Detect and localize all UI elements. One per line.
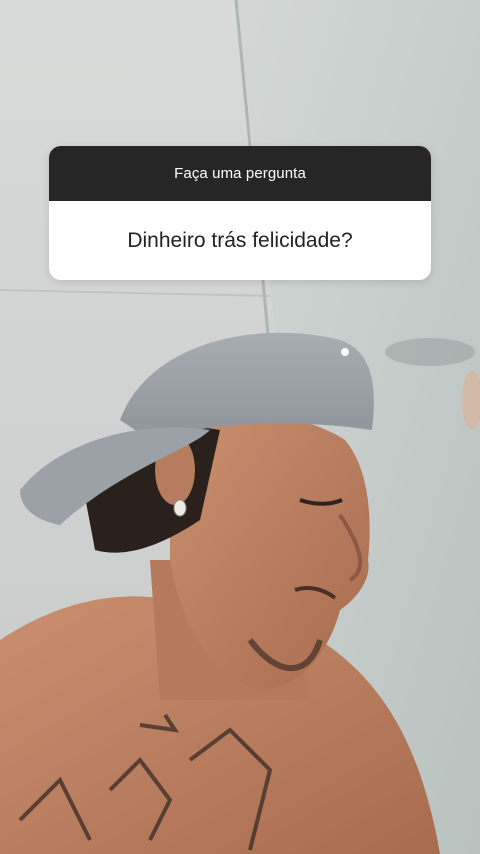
question-sticker[interactable]: Faça uma pergunta Dinheiro trás felicida…: [49, 146, 431, 280]
cap-logo-icon: [341, 348, 349, 356]
glass-stain: [385, 338, 475, 366]
question-sticker-text: Dinheiro trás felicidade?: [49, 201, 431, 280]
story-background-photo: [0, 0, 480, 854]
story-view: Faça uma pergunta Dinheiro trás felicida…: [0, 0, 480, 854]
question-sticker-header: Faça uma pergunta: [49, 146, 431, 201]
earring-icon: [173, 499, 187, 517]
